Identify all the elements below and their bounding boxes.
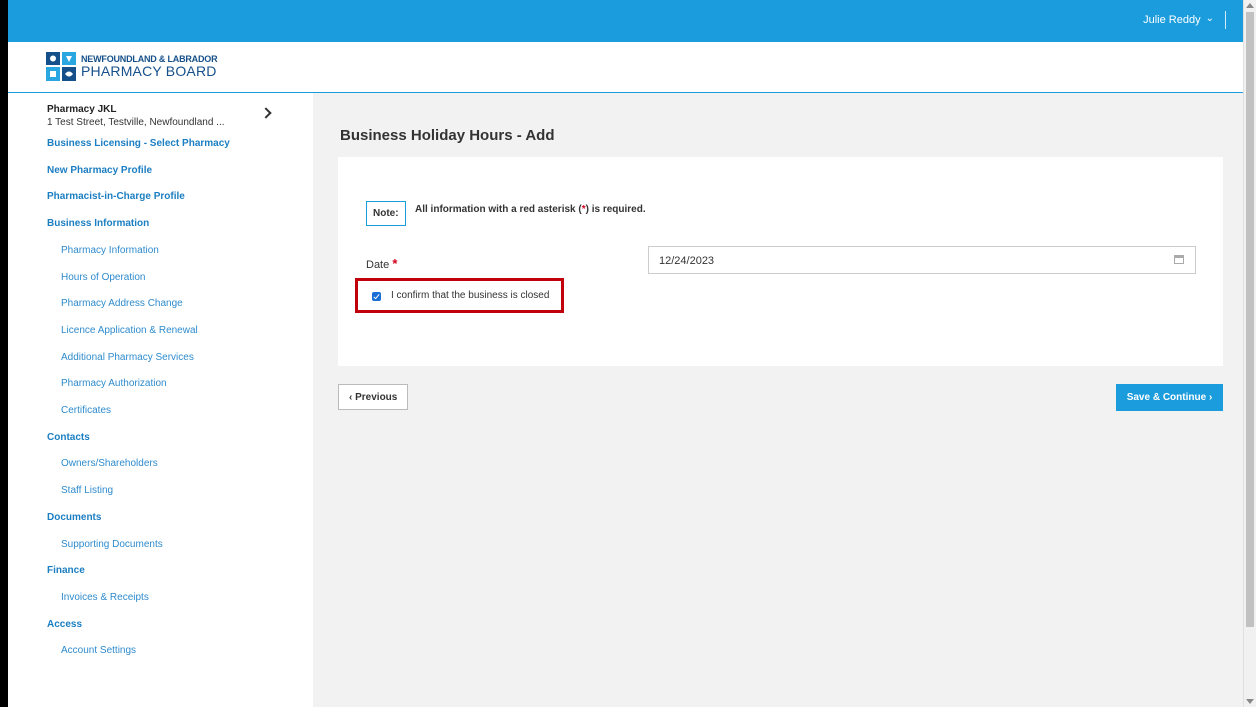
main-content: Business Holiday Hours - Add Note: All i… — [313, 93, 1244, 707]
top-bar: Julie Reddy ⌄ — [8, 0, 1244, 42]
brand-text: NEWFOUNDLAND & LABRADOR PHARMACY BOARD — [81, 55, 218, 79]
note-text-end: ) is required. — [585, 204, 646, 215]
date-input[interactable]: 12/24/2023 — [648, 246, 1196, 274]
sidebar-item-pharmacy-address-change[interactable]: Pharmacy Address Change — [61, 298, 183, 309]
date-value: 12/24/2023 — [659, 255, 715, 267]
sidebar-item-additional-pharmacy-services[interactable]: Additional Pharmacy Services — [61, 352, 194, 363]
pharmacy-address: 1 Test Street, Testville, Newfoundland .… — [47, 117, 225, 128]
required-asterisk: * — [392, 256, 398, 271]
sidebar-item-access[interactable]: Access — [47, 619, 82, 630]
confirm-closed-label[interactable]: I confirm that the business is closed — [391, 290, 549, 301]
scrollbar[interactable] — [1243, 0, 1256, 707]
sidebar-item-documents[interactable]: Documents — [47, 512, 101, 523]
confirm-closed-checkbox[interactable] — [372, 292, 381, 301]
note-label: Note: — [366, 201, 406, 226]
scroll-up-icon[interactable] — [1246, 3, 1254, 8]
chevron-down-icon: ⌄ — [1205, 12, 1214, 24]
note-text-start: All information with a red asterisk ( — [415, 204, 582, 215]
scroll-thumb[interactable] — [1246, 12, 1254, 627]
selected-pharmacy[interactable]: Pharmacy JKL 1 Test Street, Testville, N… — [47, 104, 287, 128]
save-continue-button[interactable]: Save & Continue › — [1116, 384, 1223, 411]
sidebar-item-hours-of-operation[interactable]: Hours of Operation — [61, 272, 146, 283]
app-window: Julie Reddy ⌄ NEWFOUNDLAND & LABRADOR PH… — [0, 0, 1256, 707]
sidebar-item-owners-shareholders[interactable]: Owners/Shareholders — [61, 458, 158, 469]
calendar-icon[interactable] — [1174, 255, 1184, 264]
confirm-closed-highlight: I confirm that the business is closed — [355, 278, 564, 313]
date-label: Date * — [366, 256, 397, 271]
user-menu[interactable]: Julie Reddy ⌄ — [1143, 12, 1214, 27]
sidebar: Pharmacy JKL 1 Test Street, Testville, N… — [8, 93, 313, 707]
sidebar-item-pharmacist-in-charge-profile[interactable]: Pharmacist-in-Charge Profile — [47, 191, 185, 202]
date-label-text: Date — [366, 259, 390, 271]
sidebar-item-new-pharmacy-profile[interactable]: New Pharmacy Profile — [47, 165, 152, 176]
brand-line2: PHARMACY BOARD — [81, 63, 217, 79]
sidebar-item-pharmacy-information[interactable]: Pharmacy Information — [61, 245, 159, 256]
crest-icon — [46, 52, 76, 81]
page-title: Business Holiday Hours - Add — [340, 127, 555, 144]
previous-button[interactable]: ‹ Previous — [338, 384, 409, 410]
sidebar-item-account-settings[interactable]: Account Settings — [61, 645, 136, 656]
form-card: Note: All information with a red asteris… — [338, 157, 1223, 366]
brand-logo[interactable]: NEWFOUNDLAND & LABRADOR PHARMACY BOARD — [46, 52, 218, 81]
user-name: Julie Reddy — [1143, 14, 1201, 26]
sidebar-item-licence-application-renewal[interactable]: Licence Application & Renewal — [61, 325, 198, 336]
pharmacy-name: Pharmacy JKL — [47, 104, 117, 115]
sidebar-item-supporting-documents[interactable]: Supporting Documents — [61, 539, 163, 550]
sidebar-item-contacts[interactable]: Contacts — [47, 432, 90, 443]
sidebar-item-invoices-receipts[interactable]: Invoices & Receipts — [61, 592, 149, 603]
divider — [1225, 11, 1226, 29]
window-edge — [0, 0, 8, 707]
scroll-down-icon[interactable] — [1246, 699, 1254, 704]
sidebar-item-staff-listing[interactable]: Staff Listing — [61, 485, 113, 496]
sidebar-item-finance[interactable]: Finance — [47, 565, 85, 576]
note-text: All information with a red asterisk (*) … — [415, 204, 646, 215]
sidebar-item-pharmacy-authorization[interactable]: Pharmacy Authorization — [61, 378, 167, 389]
site-header: NEWFOUNDLAND & LABRADOR PHARMACY BOARD — [8, 42, 1244, 93]
sidebar-item-certificates[interactable]: Certificates — [61, 405, 111, 416]
sidebar-item-business-information[interactable]: Business Information — [47, 218, 149, 229]
sidebar-item-business-licensing-select-pharmacy[interactable]: Business Licensing - Select Pharmacy — [47, 138, 230, 149]
